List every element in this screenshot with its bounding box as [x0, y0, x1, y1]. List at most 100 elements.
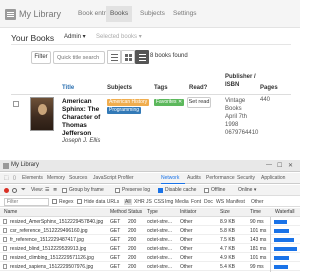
- request-method: GET: [110, 237, 121, 243]
- tab-elements[interactable]: Elements: [22, 175, 43, 181]
- column-header-subjects[interactable]: Subjects: [107, 85, 132, 91]
- record-icon[interactable]: [4, 188, 9, 193]
- book-title[interactable]: American Sphinx: The Character of Thomas…: [62, 98, 104, 138]
- request-name[interactable]: resized_blind_1512229539913.jpg: [10, 245, 86, 253]
- publisher-line: Books: [225, 106, 242, 112]
- subject-badge[interactable]: American History: [107, 99, 150, 106]
- network-request-row[interactable]: resized_blind_1512229539913.jpg GET 200 oct…: [0, 245, 300, 253]
- book-cover-image[interactable]: [30, 97, 54, 131]
- request-method: GET: [110, 228, 121, 234]
- column-header-publisher[interactable]: Publisher / ISBN: [225, 73, 257, 89]
- waterfall-bar: [274, 220, 288, 224]
- column-header-type[interactable]: Type: [147, 209, 158, 215]
- minimize-icon[interactable]: —: [266, 162, 272, 168]
- nav-settings[interactable]: Settings: [169, 6, 201, 22]
- column-header-tags[interactable]: Tags: [154, 85, 168, 91]
- network-request-row[interactable]: resized_climbing_1512229571126.jpg GET 200…: [0, 254, 300, 262]
- network-request-row[interactable]: fr_reference_1512229487417.jpg GET 200 octe…: [0, 236, 300, 244]
- request-status: 200: [128, 228, 137, 234]
- type-filter-font[interactable]: Font: [191, 199, 201, 205]
- list-icon: [111, 54, 118, 55]
- nav-subjects[interactable]: Subjects: [136, 6, 169, 22]
- user-dropdown[interactable]: Admin ▾: [64, 33, 86, 40]
- list-view-icon[interactable]: ☰: [45, 187, 49, 193]
- request-name[interactable]: resized_AmerSphinx_1512229457840.jpg: [10, 218, 103, 226]
- view-label: View:: [31, 187, 44, 193]
- column-header-size[interactable]: Size: [220, 209, 230, 215]
- request-name[interactable]: resized_climbing_1512229571126.jpg: [10, 254, 94, 262]
- grid-icon-cell: [125, 58, 128, 61]
- table-header-divider: [11, 94, 291, 95]
- devtools-titlebar[interactable]: [0, 160, 300, 172]
- request-initiator: Other: [180, 255, 193, 261]
- request-initiator: Other: [180, 237, 193, 243]
- close-icon[interactable]: ✕: [288, 162, 293, 169]
- type-filter-css[interactable]: CSS: [154, 199, 164, 205]
- column-header-initiator[interactable]: Initiator: [180, 209, 196, 215]
- set-read-button[interactable]: Set read: [187, 97, 211, 108]
- clear-icon[interactable]: [12, 188, 17, 193]
- regex-checkbox[interactable]: [52, 199, 57, 204]
- list-view-button[interactable]: [107, 50, 121, 64]
- throttle-select[interactable]: Online ▾: [238, 187, 256, 193]
- publisher-info: Vintage Books April 7th 1998 0679764410: [225, 97, 258, 137]
- type-filter-xhr[interactable]: XHR: [134, 199, 145, 205]
- column-header-read[interactable]: Read?: [189, 85, 207, 91]
- devtools-device-icon[interactable]: ▯: [13, 175, 16, 181]
- request-time: 101 ms: [250, 228, 267, 234]
- cover-view-button[interactable]: [135, 50, 149, 64]
- group-by-frame-checkbox[interactable]: [62, 188, 67, 193]
- type-filter-js[interactable]: JS: [146, 199, 152, 205]
- preserve-log-checkbox[interactable]: [115, 188, 120, 193]
- subject-badge[interactable]: Programming: [107, 107, 142, 114]
- tab-javascript-profiler[interactable]: JavaScript Profiler: [93, 175, 134, 181]
- type-filter-ws[interactable]: WS: [216, 199, 224, 205]
- column-header-method[interactable]: Method: [110, 209, 127, 215]
- tab-performance[interactable]: Performance: [206, 175, 235, 181]
- waterfall-view-icon[interactable]: ≣: [53, 187, 57, 193]
- filter-icon[interactable]: ⏷: [21, 187, 26, 194]
- filter-button[interactable]: Filter: [31, 51, 51, 64]
- selected-books-dropdown[interactable]: Selected books ▾: [96, 33, 142, 40]
- request-time: 101 ms: [250, 255, 267, 261]
- column-header-status[interactable]: Status: [128, 209, 142, 215]
- type-filter-other[interactable]: Other: [251, 199, 264, 205]
- tab-sources[interactable]: Sources: [69, 175, 87, 181]
- request-status: 200: [128, 246, 137, 252]
- type-filter-manifest[interactable]: Manifest: [226, 199, 245, 205]
- nav-books[interactable]: Books: [106, 6, 133, 22]
- tab-memory[interactable]: Memory: [47, 175, 65, 181]
- tab-audits[interactable]: Audits: [187, 175, 201, 181]
- tab-application[interactable]: Application: [261, 175, 285, 181]
- request-name[interactable]: resized_sapiens_1512229507976.jpg: [10, 263, 93, 271]
- disable-cache-checkbox[interactable]: [158, 188, 163, 193]
- tab-network[interactable]: Network: [161, 175, 179, 181]
- brand[interactable]: My Library: [5, 6, 61, 22]
- request-name[interactable]: csr_reference_1512229496160.jpg: [10, 227, 88, 235]
- hide-data-urls-checkbox[interactable]: [77, 199, 82, 204]
- devtools-inspect-icon[interactable]: ⬚: [4, 175, 9, 181]
- network-filter-input[interactable]: [4, 198, 49, 206]
- type-filter-img[interactable]: Img: [165, 199, 173, 205]
- offline-checkbox[interactable]: [204, 188, 209, 193]
- row-select-checkbox[interactable]: [13, 101, 19, 107]
- type-filter-all[interactable]: All: [124, 199, 132, 205]
- column-header-name[interactable]: Name: [4, 209, 17, 215]
- type-filter-media[interactable]: Media: [175, 199, 189, 205]
- tag-badge[interactable]: Favorites ✕: [154, 99, 185, 106]
- network-request-row[interactable]: resized_AmerSphinx_1512229457840.jpg GET 2…: [0, 218, 300, 226]
- request-name[interactable]: fr_reference_1512229487417.jpg: [10, 236, 84, 244]
- page-title: Your Books: [11, 33, 55, 43]
- maximize-icon[interactable]: ☐: [277, 162, 282, 169]
- type-filter-doc[interactable]: Doc: [204, 199, 213, 205]
- column-header-title[interactable]: Title: [62, 85, 74, 91]
- grid-view-button[interactable]: [121, 50, 135, 64]
- column-header-waterfall[interactable]: Waterfall: [275, 209, 295, 215]
- network-request-row[interactable]: csr_reference_1512229496160.jpg GET 200 oct…: [0, 227, 300, 235]
- quick-title-search-input[interactable]: [53, 51, 105, 64]
- table-icon: [139, 54, 146, 55]
- network-request-row[interactable]: resized_sapiens_1512229507976.jpg GET 200 o…: [0, 263, 300, 271]
- column-header-time[interactable]: Time: [250, 209, 261, 215]
- column-header-pages[interactable]: Pages: [260, 85, 278, 91]
- tab-security[interactable]: Security: [237, 175, 255, 181]
